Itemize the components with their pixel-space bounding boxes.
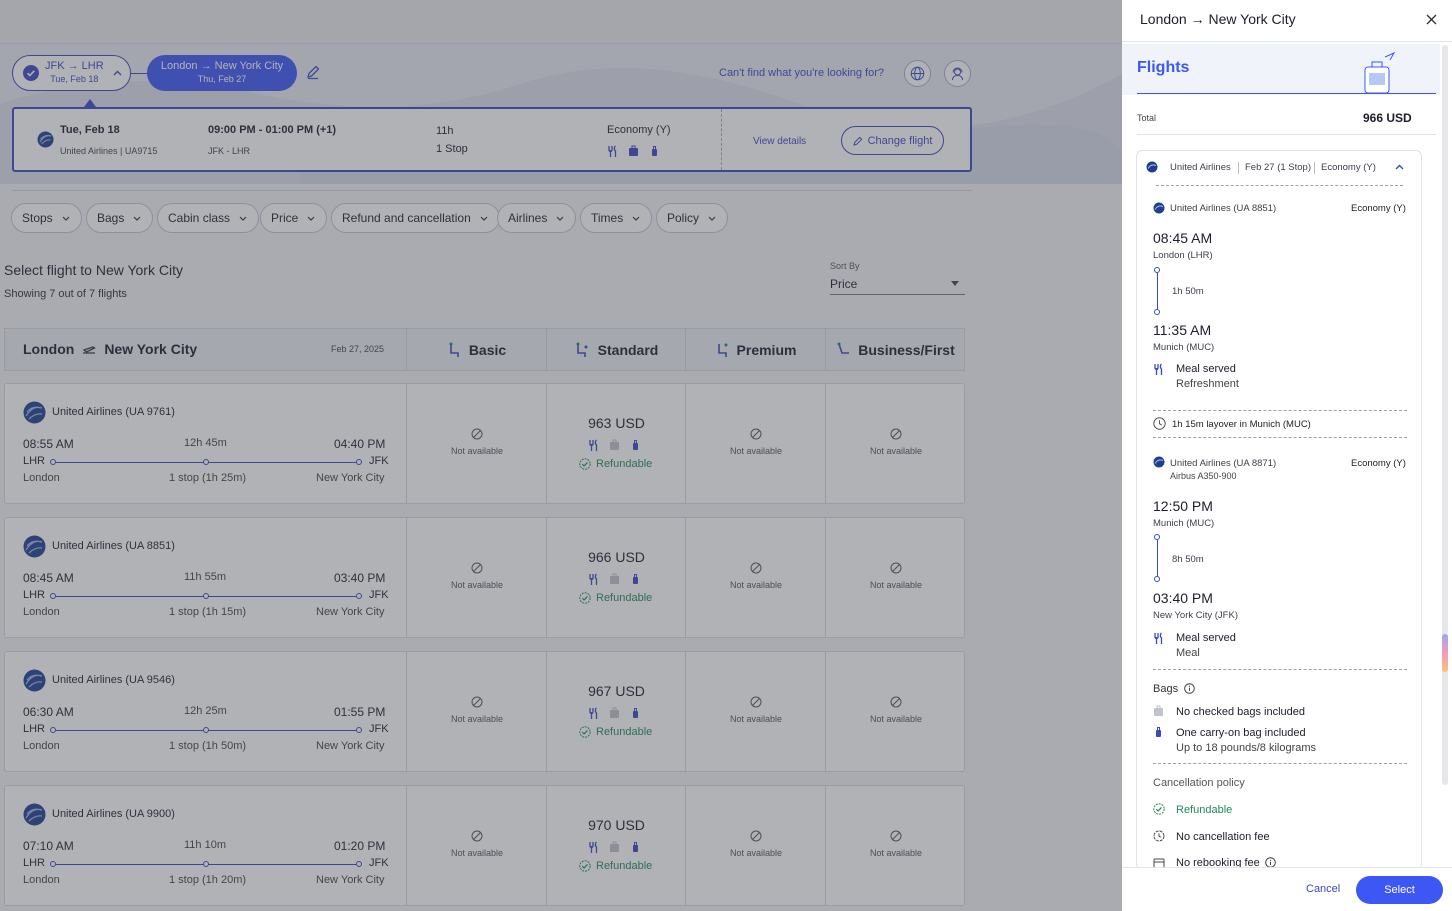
segment1-duration: 1h 50m [1172,286,1204,297]
total-value: 966 USD [1363,111,1412,125]
panel-title: London → New York City [1140,11,1296,27]
segment2-airline: United Airlines (UA 8871) [1170,458,1277,469]
layover-text: 1h 15m layover in Munich (MUC) [1172,419,1311,430]
separator [1238,162,1239,174]
segment1-airline: United Airlines (UA 8851) [1170,203,1277,214]
policy-no-cancellation-fee: No cancellation fee [1176,831,1270,843]
united-logo-icon [1153,456,1165,468]
modal-overlay[interactable] [0,0,1122,911]
policy-refundable: Refundable [1176,804,1233,816]
banner-underline [1137,93,1436,94]
section-title: Flights [1137,59,1190,76]
panel-divider [1122,41,1452,42]
total-label: Total [1137,113,1157,123]
close-icon[interactable] [1425,13,1438,26]
checked-bag-icon [1153,705,1164,717]
segment1-departure-time: 08:45 AM [1153,230,1213,246]
carry-on-detail: Up to 18 pounds/8 kilograms [1176,742,1317,754]
segment2-arrival-time: 03:40 PM [1153,590,1213,606]
segment1-arrival-place: Munich (MUC) [1153,342,1215,353]
united-logo-icon [1146,161,1158,173]
segment1-meal: Meal served [1176,363,1236,375]
timeline-line [1157,540,1158,577]
chevron-up-icon[interactable] [1395,164,1404,170]
meal-icon [1153,363,1164,375]
summary-cabin: Economy (Y) [1321,162,1376,173]
divider [1153,410,1407,411]
itinerary-card: United Airlines Feb 27 (1 Stop) Economy … [1136,150,1422,870]
segment2-departure-time: 12:50 PM [1153,498,1213,514]
summary-date: Feb 27 (1 Stop) [1245,162,1312,173]
divider [1153,669,1407,670]
timeline-dot [1154,576,1160,582]
ticket-divider [1156,185,1403,186]
segment2-arrival-place: New York City (JFK) [1153,610,1238,621]
clock-icon [1153,417,1166,430]
segment2-meal: Meal served [1176,632,1236,644]
history-icon [1153,830,1165,842]
carry-on-text: One carry-on bag included [1176,727,1306,739]
scrollbar-track[interactable] [1442,45,1448,785]
timeline-dot [1154,309,1160,315]
info-icon[interactable] [1184,683,1195,694]
carry-on-icon [1153,726,1164,738]
bags-title: Bags [1153,683,1179,695]
divider [1153,437,1407,438]
travel-luggage-illustration-icon [1360,49,1400,95]
segment1-departure-place: London (LHR) [1153,250,1213,261]
policy-title: Cancellation policy [1153,777,1245,789]
segment1-arrival-time: 11:35 AM [1153,322,1212,338]
select-button[interactable]: Select [1356,876,1443,904]
segment2-aircraft: Airbus A350-900 [1170,471,1237,481]
checked-bag-text: No checked bags included [1176,706,1306,718]
flight-details-panel: London → New York City Flights Total 966… [1122,0,1452,911]
segment1-cabin: Economy (Y) [1351,203,1406,214]
summary-airline: United Airlines [1170,162,1231,173]
scrollbar-thumb[interactable] [1442,634,1448,672]
segment2-cabin: Economy (Y) [1351,458,1406,469]
segment2-duration: 8h 50m [1172,554,1204,565]
meal-icon [1153,632,1164,644]
refund-check-icon [1153,803,1165,815]
segment2-meal-type: Meal [1176,647,1200,659]
panel-divider [1137,134,1436,135]
timeline-line [1157,273,1158,310]
segment1-meal-type: Refreshment [1176,378,1239,390]
united-logo-icon [1153,202,1165,214]
divider [1153,763,1407,764]
flights-banner: Flights [1122,44,1440,95]
segment2-departure-place: Munich (MUC) [1153,518,1215,529]
separator [1314,162,1315,174]
cancel-button[interactable]: Cancel [1306,883,1340,895]
panel-footer: Cancel Select [1122,867,1452,911]
